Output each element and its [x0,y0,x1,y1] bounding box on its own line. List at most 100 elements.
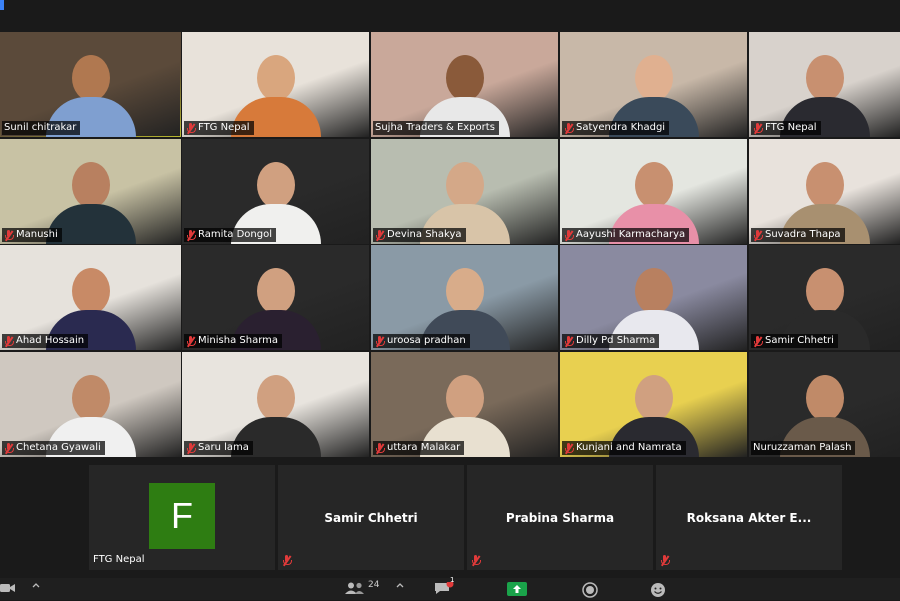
participant-name: Ahad Hossain [16,335,85,346]
participant-name-label: Ramita Dongol [184,228,277,242]
participant-name-label: Aayushi Karmacharya [562,228,690,242]
participant-name: Suvadra Thapa [765,229,841,240]
record-icon[interactable] [582,582,598,598]
participant-name: Dilly Pd Sharma [576,335,656,346]
muted-mic-icon [186,229,196,241]
participant-name: FTG Nepal [198,122,250,133]
participant-name: Nuruzzaman Palash [753,442,852,453]
participant-name: Kunjani and Namrata [576,442,682,453]
participant-name: Roksana Akter E... [686,511,812,525]
participant-name: Minisha Sharma [198,335,278,346]
avatar: F [149,483,215,549]
participant-name: uttara Malakar [387,442,461,453]
meeting-info-icon[interactable] [0,0,4,10]
video-tile[interactable]: Ahad Hossain [0,245,181,350]
participant-name-label: uttara Malakar [373,441,465,455]
video-tile[interactable]: Dilly Pd Sharma [560,245,747,350]
participants-icon[interactable] [344,582,366,596]
participant-name-label: Dilly Pd Sharma [562,334,660,348]
video-tile[interactable]: Samir Chhetri [749,245,900,350]
muted-mic-icon [564,229,574,241]
muted-mic-icon [564,335,574,347]
participant-name-label: uroosa pradhan [373,334,470,348]
video-tile[interactable]: Chetana Gyawali [0,352,181,457]
participant-tile[interactable]: Samir Chhetri [278,465,464,570]
muted-mic-icon [660,554,670,566]
video-tile[interactable]: Nuruzzaman Palash [749,352,900,457]
video-tile[interactable]: Saru lama [182,352,369,457]
participants-count: 24 [368,580,380,590]
participant-name: uroosa pradhan [387,335,466,346]
participant-name-label: Minisha Sharma [184,334,282,348]
mic-status [469,553,484,567]
muted-mic-icon [4,335,14,347]
participant-name: Manushi [16,229,58,240]
muted-mic-icon [375,442,385,454]
participant-name-label: Kunjani and Namrata [562,441,686,455]
muted-mic-icon [375,229,385,241]
video-tile[interactable]: Aayushi Karmacharya [560,139,747,244]
video-tile[interactable]: uroosa pradhan [371,245,558,350]
video-options-chevron-icon[interactable] [32,582,40,596]
participant-name-label: Devina Shakya [373,228,466,242]
participant-name-label: Nuruzzaman Palash [751,441,856,455]
muted-mic-icon [186,335,196,347]
video-tile[interactable]: Devina Shakya [371,139,558,244]
participant-name-label: Suvadra Thapa [751,228,845,242]
participant-name: Aayushi Karmacharya [576,229,686,240]
participant-name: Prabina Sharma [505,511,615,525]
video-tile[interactable]: FTG Nepal [749,32,900,137]
participant-name: Samir Chhetri [765,335,834,346]
participant-tile[interactable]: Roksana Akter E... [656,465,842,570]
video-tile[interactable]: Minisha Sharma [182,245,369,350]
mic-status [280,553,295,567]
share-screen-icon[interactable] [507,582,527,596]
participants-chevron-icon[interactable] [396,582,404,596]
muted-mic-icon [4,229,14,241]
participant-name-label: Chetana Gyawali [2,441,105,455]
video-tile[interactable]: Suvadra Thapa [749,139,900,244]
participant-name: Sunil chitrakar [4,122,77,133]
video-tile[interactable]: Kunjani and Namrata [560,352,747,457]
video-tile[interactable]: uttara Malakar [371,352,558,457]
participant-tile[interactable]: Prabina Sharma [467,465,653,570]
participant-name-label: Ahad Hossain [2,334,89,348]
participant-name: Saru lama [198,442,249,453]
video-tile[interactable]: Satyendra Khadgi [560,32,747,137]
video-camera-icon[interactable] [0,582,16,596]
participant-name-label: Sunil chitrakar [2,121,81,135]
participant-strip: F FTG Nepal Samir Chhetri Prabina Sharma Rok… [0,460,900,578]
meeting-toolbar: 24 1 [0,576,900,600]
muted-mic-icon [186,442,196,454]
participant-name-label: Saru lama [184,441,253,455]
video-tile[interactable]: Sujha Traders & Exports [371,32,558,137]
reactions-icon[interactable] [650,582,666,597]
participant-name: FTG Nepal [765,122,817,133]
participant-name: Ramita Dongol [198,229,273,240]
participant-name: Devina Shakya [387,229,462,240]
video-tile[interactable]: FTG Nepal [182,32,369,137]
participant-name-label: Sujha Traders & Exports [373,121,499,135]
video-tile[interactable]: Manushi [0,139,181,244]
muted-mic-icon [564,122,574,134]
participant-name-label: FTG Nepal [184,121,254,135]
participant-tile[interactable]: F FTG Nepal [89,465,275,570]
muted-mic-icon [186,122,196,134]
participant-name-label: Manushi [2,228,62,242]
participant-name: Satyendra Khadgi [576,122,666,133]
muted-mic-icon [375,335,385,347]
participant-name: FTG Nepal [93,554,145,565]
muted-mic-icon [564,442,574,454]
participant-name: Sujha Traders & Exports [375,122,495,133]
video-tile[interactable]: Sunil chitrakar [0,32,181,137]
participant-name: Chetana Gyawali [16,442,101,453]
video-tile[interactable]: Ramita Dongol [182,139,369,244]
mic-status [658,553,673,567]
muted-mic-icon [282,554,292,566]
muted-mic-icon [4,442,14,454]
participant-name-label: FTG Nepal [91,553,149,567]
muted-mic-icon [753,122,763,134]
muted-mic-icon [471,554,481,566]
participant-name: Samir Chhetri [324,511,418,525]
participant-name-label: FTG Nepal [751,121,821,135]
